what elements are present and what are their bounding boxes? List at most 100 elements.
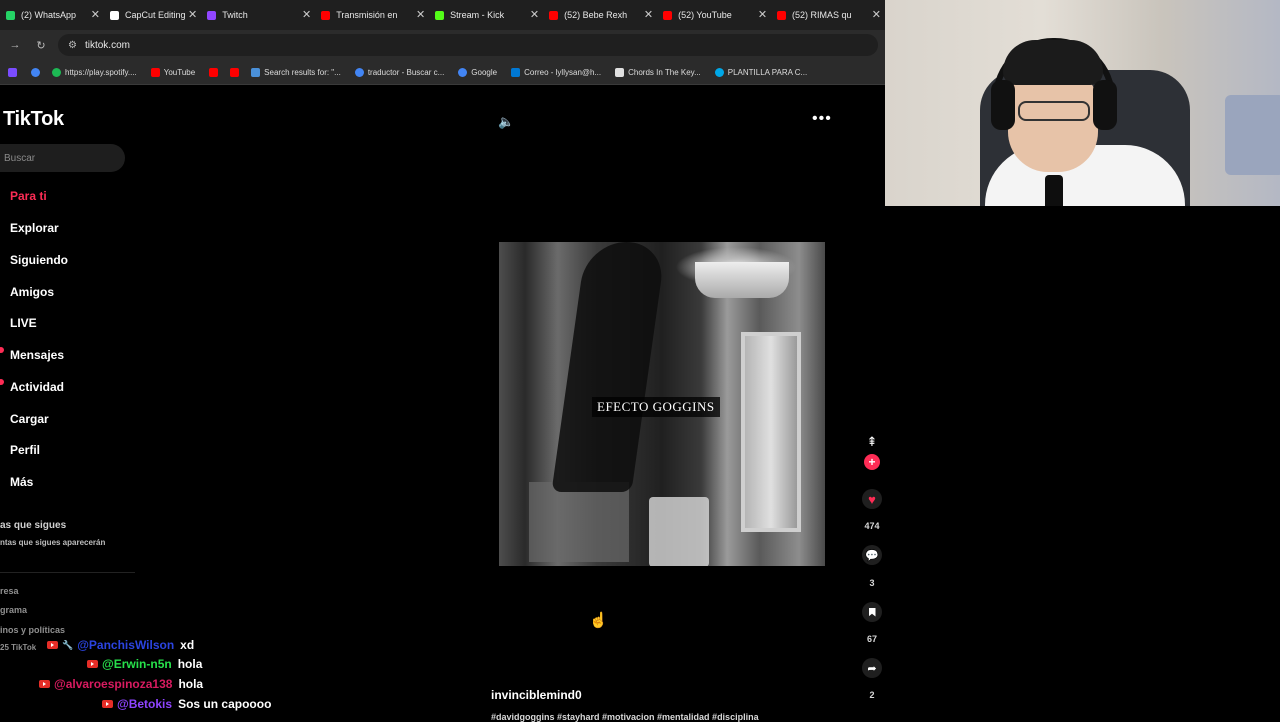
youtube-icon (549, 10, 559, 20)
site-info-icon[interactable]: ⚙ (68, 40, 77, 51)
tab-bebe-rexha[interactable]: (52) Bebe Rexh ✕ (543, 0, 657, 30)
chat-username: @Betokis (117, 697, 173, 711)
close-tab-icon[interactable]: ✕ (91, 8, 100, 21)
bookmark-chords[interactable]: Chords In The Key... (615, 67, 701, 77)
save-count: 67 (866, 634, 877, 644)
youtube-icon (39, 680, 50, 688)
bookmark-youtube[interactable]: YouTube (150, 67, 195, 77)
footer-link-programa[interactable]: grama (0, 605, 27, 615)
search-input[interactable]: Buscar (0, 144, 125, 172)
tab-youtube[interactable]: (52) YouTube ✕ (657, 0, 771, 30)
close-tab-icon[interactable]: ✕ (644, 8, 653, 21)
youtube-icon (47, 641, 58, 649)
bookmark-traductor[interactable]: traductor - Buscar c... (354, 67, 444, 77)
follow-plus-icon[interactable]: + (864, 454, 880, 470)
address-bar[interactable]: ⚙ tiktok.com (58, 34, 878, 56)
tab-label: (52) RIMAS qu (792, 10, 852, 20)
close-tab-icon[interactable]: ✕ (416, 8, 425, 21)
bookmark-spotify[interactable]: https://play.spotify.... (52, 67, 137, 77)
sidebar-item-actividad[interactable]: Actividad (10, 380, 64, 394)
tab-label: CapCut Editing (124, 10, 186, 20)
tab-label: Transmisión en (336, 10, 398, 20)
tiktok-logo[interactable]: TikTok (3, 108, 64, 131)
sidebar-item-perfil[interactable]: Perfil (10, 443, 40, 457)
bookmark-google[interactable]: Google (458, 67, 497, 77)
youtube-icon (321, 10, 331, 20)
sidebar-item-explorar[interactable]: Explorar (10, 221, 59, 235)
sidebar-item-siguiendo[interactable]: Siguiendo (10, 253, 68, 267)
tab-label: Twitch (222, 10, 248, 20)
tab-rimas[interactable]: (52) RIMAS qu ✕ (771, 0, 885, 30)
tab-kick[interactable]: Stream - Kick ✕ (429, 0, 543, 30)
bookmark-item[interactable] (31, 67, 44, 77)
bookmark-plantilla[interactable]: PLANTILLA PARA C... (714, 67, 807, 77)
share-button[interactable]: ➦ (862, 658, 882, 678)
webcam-background-shelf (1225, 95, 1280, 175)
bookmark-item[interactable] (230, 67, 243, 77)
save-button[interactable] (862, 602, 882, 622)
browser-toolbar: → ↻ ⚙ tiktok.com (0, 30, 885, 60)
share-icon: ➦ (867, 662, 877, 675)
bookmark-correo[interactable]: Correo - lyllysan@h... (511, 67, 601, 77)
youtube-icon (102, 700, 113, 708)
notification-dot (0, 347, 4, 353)
google-icon (354, 67, 364, 77)
reload-icon[interactable]: ↻ (30, 39, 52, 52)
notification-dot (0, 379, 4, 385)
comment-icon: 💬 (865, 549, 879, 562)
chat-text: hola (178, 677, 204, 691)
google-icon (458, 67, 468, 77)
footer-link-empresa[interactable]: resa (0, 586, 19, 596)
video-author[interactable]: invinciblemind0 (491, 688, 582, 702)
close-tab-icon[interactable]: ✕ (302, 8, 311, 21)
volume-icon[interactable]: 🔈 (498, 114, 514, 130)
search-icon (251, 67, 261, 77)
bookmark-item[interactable] (8, 67, 21, 77)
tab-twitch[interactable]: Twitch ✕ (201, 0, 315, 30)
sidebar-item-mensajes[interactable]: Mensajes (10, 348, 64, 362)
tab-capcut[interactable]: CapCut Editing ✕ (104, 0, 201, 30)
sidebar-item-amigos[interactable]: Amigos (10, 285, 54, 299)
sidebar-item-live[interactable]: LIVE (10, 316, 37, 330)
scroll-top-icon[interactable]: ⇞ (862, 434, 882, 450)
bookmark-item[interactable] (209, 67, 222, 77)
video-player[interactable]: EFECTO GOGGINS (499, 242, 825, 566)
chat-message: 🔧 @PanchisWilson xd (47, 636, 194, 654)
close-tab-icon[interactable]: ✕ (758, 8, 767, 21)
like-count: 474 (864, 521, 880, 531)
youtube-icon (150, 67, 160, 77)
close-tab-icon[interactable]: ✕ (188, 8, 197, 21)
youtube-icon (209, 67, 219, 77)
bookmark-search-results[interactable]: Search results for: "... (251, 67, 341, 77)
close-tab-icon[interactable]: ✕ (872, 8, 881, 21)
webcam-overlay (885, 0, 1280, 206)
following-accounts-hint: ntas que sigues aparecerán (0, 538, 106, 547)
video-scene-lamp (695, 262, 789, 298)
video-caption: EFECTO GOGGINS (592, 397, 720, 417)
browser-tab-bar: (2) WhatsApp ✕ CapCut Editing ✕ Twitch ✕… (0, 0, 885, 30)
tab-label: (52) YouTube (678, 10, 732, 20)
tab-whatsapp[interactable]: (2) WhatsApp ✕ (0, 0, 104, 30)
sidebar-item-para-ti[interactable]: Para ti (10, 189, 47, 203)
video-hashtags[interactable]: #davidgoggins #stayhard #motivacion #men… (491, 712, 759, 722)
forward-icon[interactable]: → (4, 39, 26, 51)
more-options-icon[interactable]: ••• (812, 110, 832, 128)
google-icon (31, 67, 40, 77)
share-count: 2 (869, 690, 875, 700)
headset-left-cup (991, 80, 1015, 130)
footer-link-terminos[interactable]: inos y políticas (0, 625, 65, 635)
sidebar-item-mas[interactable]: Más (10, 475, 33, 489)
copyright-text: 25 TikTok (0, 643, 37, 652)
tab-transmision[interactable]: Transmisión en ✕ (315, 0, 429, 30)
youtube-icon (87, 660, 98, 668)
chat-message: @Betokis Sos un capoooo (102, 695, 271, 713)
sidebar-item-cargar[interactable]: Cargar (10, 412, 49, 426)
webcam-glasses (1018, 101, 1090, 121)
like-button[interactable]: ♥ (862, 489, 882, 509)
close-tab-icon[interactable]: ✕ (530, 8, 539, 21)
bookmarks-bar: https://play.spotify.... YouTube Search … (0, 60, 885, 85)
youtube-icon (230, 67, 240, 77)
comment-button[interactable]: 💬 (862, 545, 882, 565)
wrench-icon: 🔧 (62, 639, 74, 650)
kick-icon (435, 10, 445, 20)
